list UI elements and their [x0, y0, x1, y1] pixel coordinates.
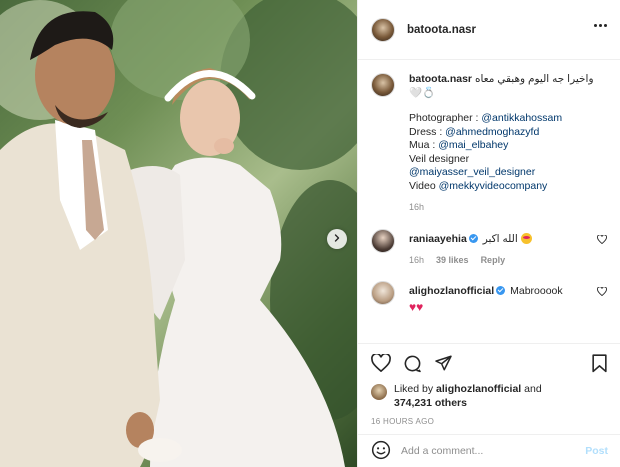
credit-line-photographer: Photographer : @antikkahossam [409, 112, 599, 126]
reply-button[interactable]: Reply [481, 254, 506, 267]
comment-body: raniaayehia الله اكبر 16h 39 likes Reply [409, 229, 589, 267]
smiley-icon[interactable] [371, 440, 391, 463]
commenter-avatar[interactable] [371, 280, 395, 305]
caption-username[interactable]: batoota.nasr [409, 73, 472, 85]
comment-meta: 16h 39 likes Reply [409, 254, 589, 267]
chevron-right-icon [333, 233, 341, 245]
likes-summary: Liked by alighozlanofficial and 374,231 … [371, 382, 608, 410]
likes-joiner: and [524, 383, 542, 395]
comment-bubble-icon[interactable] [403, 354, 422, 373]
likes-others[interactable]: 374,231 others [394, 397, 467, 409]
verified-badge-icon [496, 285, 506, 295]
more-options-icon[interactable] [594, 24, 607, 27]
comment-text: الله اكبر [482, 232, 518, 245]
paper-plane-icon[interactable] [434, 354, 453, 372]
credit-label: Dress : [409, 125, 446, 138]
credit-link[interactable]: @mekkyvideocompany [439, 180, 548, 192]
post-header: batoota.nasr [358, 0, 620, 60]
comment-text: Mabrooook [510, 284, 563, 297]
post-side-panel: batoota.nasr batoota.nasr واخيرا جه اليو… [357, 0, 620, 467]
comment-like-heart-icon[interactable] [597, 285, 607, 299]
commenter-avatar[interactable] [371, 228, 395, 253]
comment-input[interactable] [401, 445, 586, 457]
caption-time[interactable]: 16h [409, 201, 599, 215]
comment-item: alighozlanofficial Mabrooook ♥♥ [371, 280, 607, 314]
credit-link[interactable]: @ahmedmoghazyfd [445, 126, 539, 138]
credit-line-mua: Mua : @mai_elbahey [409, 139, 599, 153]
liker-username[interactable]: alighozlanofficial [436, 383, 521, 395]
bookmark-icon[interactable] [591, 353, 608, 373]
credit-link[interactable]: @antikkahossam [481, 112, 562, 124]
action-icons-row [371, 351, 608, 375]
add-comment-bar: Post [358, 434, 620, 467]
comment-time[interactable]: 16h [409, 254, 424, 267]
verified-badge-icon [468, 233, 478, 243]
likes-prefix: Liked by [394, 383, 434, 395]
post-comment-button[interactable]: Post [585, 445, 608, 457]
comment-likes[interactable]: 39 likes [436, 254, 469, 267]
heart-eyes-emoji-icon [520, 232, 532, 244]
credit-link[interactable]: @maiyasser_veil_designer [409, 166, 535, 178]
heart-icon[interactable] [371, 354, 391, 372]
caption-credits: Photographer : @antikkahossam Dress : @a… [409, 112, 599, 193]
comment-like-heart-icon[interactable] [597, 233, 607, 247]
post-photo[interactable] [0, 0, 357, 467]
credit-label: Photographer : [409, 112, 482, 124]
comment-body: alighozlanofficial Mabrooook ♥♥ [409, 281, 589, 314]
commenter-username[interactable]: raniaayehia [409, 233, 467, 245]
post-caption: batoota.nasr واخيرا جه اليوم وهبقي معاه … [371, 73, 607, 215]
credit-label: Veil designer [409, 152, 470, 165]
credit-line-dress: Dress : @ahmedmoghazyfd [409, 126, 599, 140]
credit-link[interactable]: @mai_elbahey [438, 139, 508, 151]
comment-item: raniaayehia الله اكبر 16h 39 likes Reply [371, 228, 607, 267]
credit-line-video: Video @mekkyvideocompany [409, 180, 599, 194]
credit-label: Video [409, 179, 439, 192]
post-timestamp[interactable]: 16 HOURS AGO [371, 417, 608, 426]
credit-label: Mua : [409, 139, 439, 151]
red-hearts-emoji: ♥♥ [409, 299, 424, 314]
carousel-next-button[interactable] [327, 229, 347, 249]
credit-line-veil-link: @maiyasser_veil_designer [409, 166, 599, 180]
wedding-photo-illustration [0, 0, 357, 467]
commenter-username[interactable]: alighozlanofficial [409, 285, 494, 297]
caption-author-avatar[interactable] [371, 73, 395, 97]
author-username[interactable]: batoota.nasr [407, 24, 476, 36]
comments-section: batoota.nasr واخيرا جه اليوم وهبقي معاه … [358, 61, 620, 341]
author-avatar[interactable] [371, 17, 395, 42]
liker-avatar[interactable] [371, 384, 387, 400]
credit-line-veil: Veil designer [409, 153, 599, 167]
caption-body: batoota.nasr واخيرا جه اليوم وهبقي معاه … [409, 73, 599, 215]
